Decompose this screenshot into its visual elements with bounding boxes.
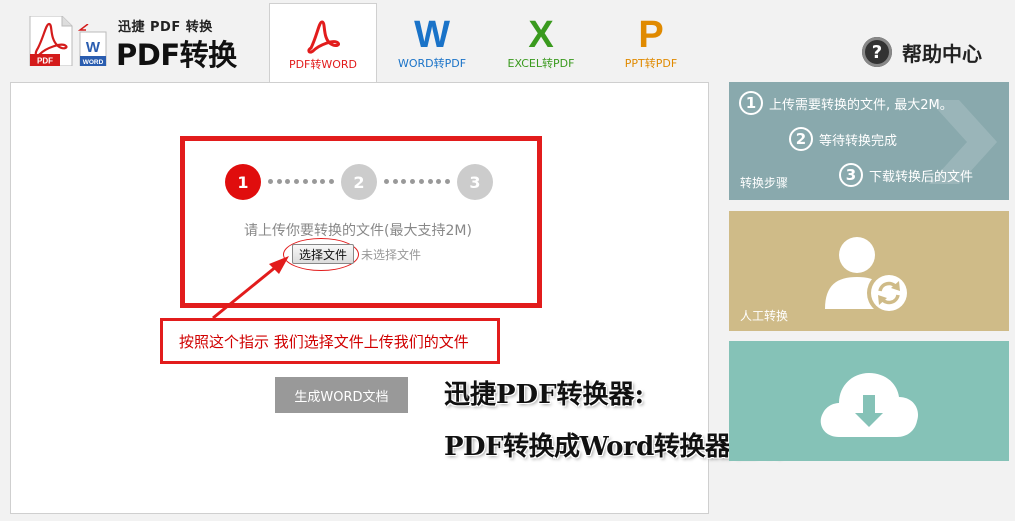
conversion-steps-panel: 1 上传需要转换的文件, 最大2M。 2 等待转换完成 3 下载转换后的文件 转… xyxy=(729,82,1009,200)
word-icon: W xyxy=(414,13,450,56)
svg-text:W: W xyxy=(86,39,101,56)
pdf-badge-text: PDF xyxy=(37,57,53,66)
generate-word-button[interactable]: 生成WORD文档 xyxy=(275,377,408,413)
tab-label: PDF转WORD xyxy=(288,58,358,71)
tab-word-to-pdf[interactable]: W WORD转PDF xyxy=(378,3,486,82)
annotation-callout: 按照这个指示 我们选择文件上传我们的文件 xyxy=(160,318,500,364)
manual-panel-label: 人工转换 xyxy=(740,309,789,323)
step-text: 上传需要转换的文件, 最大2M。 xyxy=(769,97,953,113)
excel-icon: X xyxy=(528,13,554,56)
step-number: 1 xyxy=(739,91,763,115)
word-file-icon: W WORD xyxy=(78,24,107,66)
step-connector xyxy=(268,179,334,185)
word-badge-text: WORD xyxy=(83,59,104,66)
overlay-title: 迅捷PDF转换器: xyxy=(444,380,645,410)
step-item: 1 上传需要转换的文件, 最大2M。 xyxy=(739,91,953,115)
tab-ppt-to-pdf[interactable]: P PPT转PDF xyxy=(597,3,705,82)
help-center-link[interactable]: ? 帮助中心 xyxy=(862,36,982,68)
step-text: 等待转换完成 xyxy=(819,133,898,149)
ppt-icon: P xyxy=(638,13,664,56)
choose-file-button[interactable]: 选择文件 xyxy=(292,244,354,264)
pdf-acrobat-icon xyxy=(270,16,376,56)
step-3-indicator: 3 xyxy=(457,164,493,200)
pdf-file-icon: PDF xyxy=(29,16,73,66)
steps-panel-label: 转换步骤 xyxy=(740,176,789,190)
cloud-download-icon xyxy=(820,373,919,437)
tab-label: EXCEL转PDF xyxy=(507,57,575,70)
annotation-arrow xyxy=(212,256,289,320)
step-number: 3 xyxy=(839,163,863,187)
step-item: 3 下载转换后的文件 xyxy=(839,163,973,187)
help-center-label: 帮助中心 xyxy=(902,41,982,66)
app-logo[interactable]: PDF W WORD 迅捷 PDF 转换 PDF转换器 xyxy=(28,14,258,114)
tab-label: PPT转PDF xyxy=(624,57,678,70)
step-connector xyxy=(384,179,450,185)
step-text: 下载转换后的文件 xyxy=(869,169,974,185)
step-2-indicator: 2 xyxy=(341,164,377,200)
manual-conversion-panel[interactable]: 人工转换 xyxy=(729,211,1009,331)
help-icon: ? xyxy=(862,37,892,67)
upload-hint: 请上传你要转换的文件(最大支持2M) xyxy=(244,223,472,239)
step-item: 2 等待转换完成 xyxy=(789,127,897,151)
tab-excel-to-pdf[interactable]: X EXCEL转PDF xyxy=(487,3,595,82)
header: PDF W WORD 迅捷 PDF 转换 PDF转换器 PDF转WORD W W… xyxy=(0,0,1015,114)
step-number: 2 xyxy=(789,127,813,151)
download-panel[interactable] xyxy=(729,341,1009,461)
person-refresh-icon xyxy=(825,237,911,315)
tab-label: WORD转PDF xyxy=(397,57,467,70)
tab-pdf-to-word[interactable]: PDF转WORD xyxy=(269,3,377,83)
step-1-indicator: 1 xyxy=(225,164,261,200)
no-file-label: 未选择文件 xyxy=(361,248,422,262)
